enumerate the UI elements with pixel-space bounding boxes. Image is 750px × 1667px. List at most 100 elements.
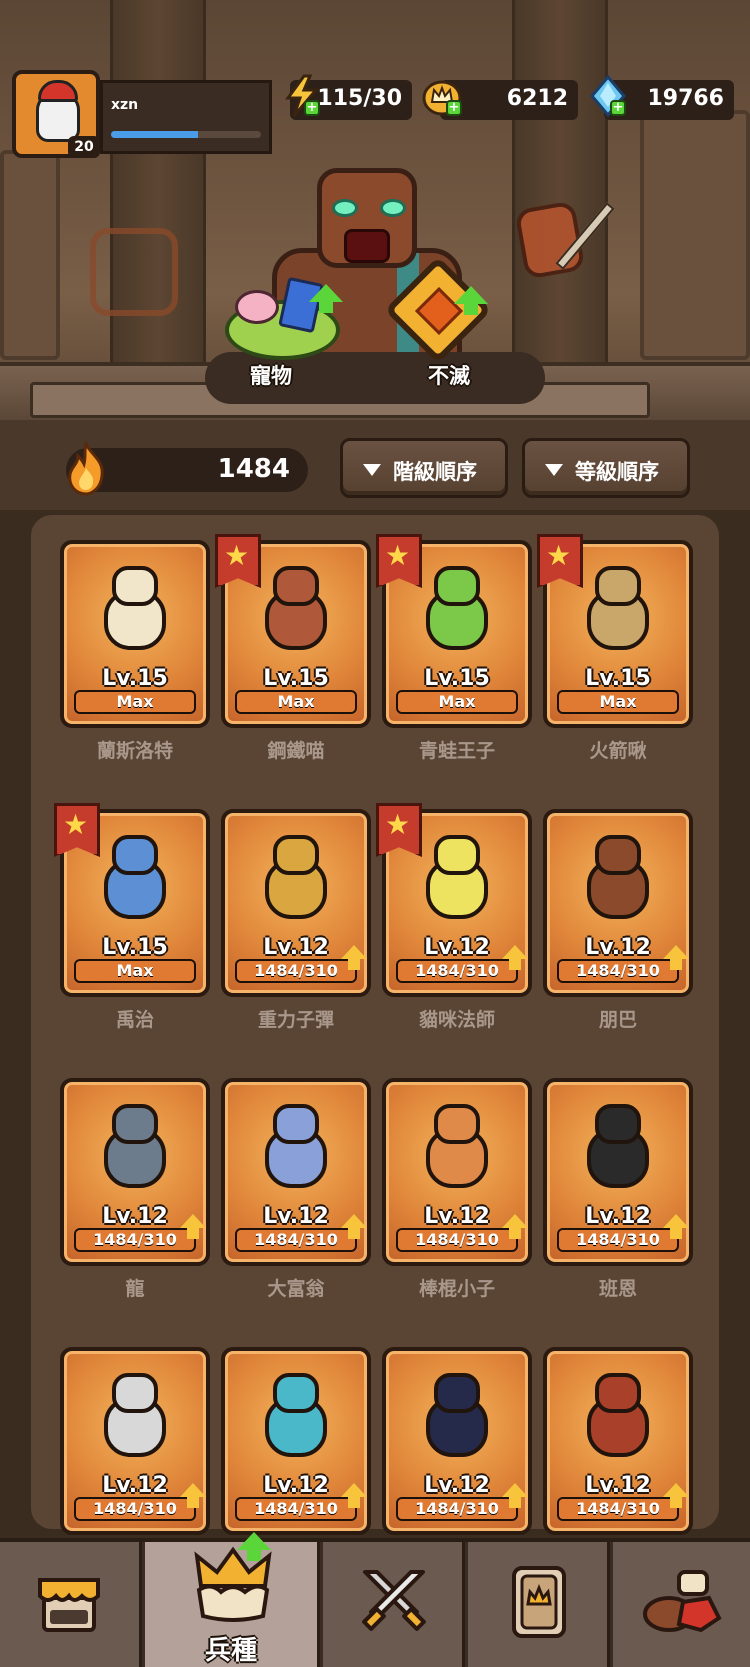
- unit-card[interactable]: Lv.12 1484/310: [543, 1078, 693, 1266]
- unit-portrait-icon: [259, 1373, 333, 1459]
- unit-portrait-icon: [420, 1373, 494, 1459]
- unit-portrait-icon: [581, 1104, 655, 1190]
- player-avatar[interactable]: 20: [12, 70, 100, 158]
- unit-progress-text: 1484/310: [254, 1230, 338, 1249]
- pet-button[interactable]: [215, 270, 345, 370]
- sort-rank-label: 階級順序: [393, 460, 477, 484]
- axolotl-pet-icon: [235, 290, 279, 324]
- upgrade-arrow-icon: [341, 1214, 367, 1239]
- unit-card[interactable]: ★ Lv.15 Max: [215, 534, 371, 728]
- player-level-badge: 20: [68, 136, 100, 158]
- unit-name: 棒棍小子: [418, 1278, 495, 1300]
- unit-head: [595, 566, 641, 606]
- unit-progress-bar: 1484/310: [235, 1228, 357, 1252]
- unit-head: [273, 566, 319, 606]
- add-gem-icon[interactable]: +: [610, 100, 626, 116]
- add-gold-icon[interactable]: +: [446, 100, 462, 116]
- shadow-armor-decoration: [90, 228, 178, 316]
- unit-progress-text: 1484/310: [93, 1230, 177, 1249]
- nav-cards[interactable]: [468, 1542, 610, 1667]
- unit-head: [112, 566, 158, 606]
- unit-card[interactable]: Lv.12 1484/310: [221, 1078, 371, 1266]
- unit-name: 禹治: [115, 1009, 154, 1031]
- unit-level: Lv.15: [424, 666, 490, 691]
- unit-name: 龍: [125, 1278, 145, 1300]
- unit-progress-bar: 1484/310: [235, 959, 357, 983]
- upgrade-arrow-icon: [341, 1483, 367, 1508]
- gold-value: 6212: [506, 86, 568, 111]
- santa-hat-icon: [38, 80, 78, 102]
- energy-value: 115/30: [317, 86, 402, 111]
- unit-portrait-icon: [420, 566, 494, 652]
- unit-card[interactable]: ★ Lv.15 Max: [376, 534, 532, 728]
- unit-card[interactable]: Lv.12 1484/310: [543, 809, 693, 997]
- nav-troops-label: 兵種: [204, 1636, 257, 1666]
- unit-card[interactable]: Lv.12 1484/310: [382, 1347, 532, 1535]
- upgrade-arrow-icon: [454, 286, 488, 315]
- crossed-swords-icon: [362, 1570, 426, 1631]
- unit-progress-text: 1484/310: [415, 1230, 499, 1249]
- unit-progress-text: 1484/310: [576, 1499, 660, 1518]
- sort-by-level-button[interactable]: 等級順序: [522, 438, 690, 498]
- unit-portrait-icon: [420, 1104, 494, 1190]
- nav-troops[interactable]: 兵種: [145, 1532, 320, 1667]
- unit-head: [273, 1104, 319, 1144]
- nav-misc[interactable]: [613, 1542, 750, 1667]
- unit-progress-bar: 1484/310: [557, 959, 679, 983]
- unit-card[interactable]: Lv.12 1484/310: [382, 1078, 532, 1266]
- unit-portrait-icon: [420, 835, 494, 921]
- unit-portrait-icon: [98, 1104, 172, 1190]
- unit-progress-text: 1484/310: [93, 1499, 177, 1518]
- xp-fill: [111, 131, 198, 138]
- unit-level: Lv.15: [102, 666, 168, 691]
- crown-coin-icon: +: [422, 74, 462, 118]
- unit-progress-text: 1484/310: [576, 961, 660, 980]
- unit-progress-bar: 1484/310: [74, 1497, 196, 1521]
- unit-card[interactable]: Lv.12 1484/310: [221, 809, 371, 997]
- card-icon: [512, 1566, 566, 1638]
- unit-progress-text: 1484/310: [415, 961, 499, 980]
- upgrade-arrow-icon: [309, 284, 343, 313]
- crown-icon: [194, 1546, 272, 1622]
- unit-card[interactable]: Lv.12 1484/310: [60, 1347, 210, 1535]
- wall-panel: [640, 110, 750, 360]
- immortal-button[interactable]: [382, 256, 500, 370]
- upgrade-arrow-icon: [663, 1483, 689, 1508]
- unit-level: Lv.15: [585, 666, 651, 691]
- unit-name: 蘭斯洛特: [96, 740, 173, 762]
- unit-portrait-icon: [259, 1104, 333, 1190]
- unit-name: 貓咪法師: [418, 1009, 495, 1031]
- nav-battle[interactable]: [323, 1542, 465, 1667]
- unit-head: [434, 1104, 480, 1144]
- sort-by-rank-button[interactable]: 階級順序: [340, 438, 508, 498]
- unit-card[interactable]: ★ Lv.15 Max: [54, 803, 210, 997]
- unit-progress-bar: 1484/310: [396, 959, 518, 983]
- unit-card[interactable]: ★ Lv.12 1484/310: [376, 803, 532, 997]
- unit-progress-bar: 1484/310: [396, 1497, 518, 1521]
- unit-progress-bar: 1484/310: [557, 1497, 679, 1521]
- shop-icon: [38, 1578, 100, 1632]
- unit-portrait-icon: [98, 835, 172, 921]
- unit-card[interactable]: Lv.12 1484/310: [60, 1078, 210, 1266]
- unit-progress-bar: 1484/310: [396, 1228, 518, 1252]
- upgrade-arrow-icon: [502, 1483, 528, 1508]
- unit-portrait-icon: [98, 1373, 172, 1459]
- nav-shop[interactable]: [0, 1542, 142, 1667]
- unit-level: Lv.15: [102, 935, 168, 960]
- upgrade-arrow-icon: [663, 945, 689, 970]
- sort-level-label: 等級順序: [575, 460, 659, 484]
- unit-card[interactable]: Lv.12 1484/310: [221, 1347, 371, 1535]
- unit-progress-bar: 1484/310: [557, 1228, 679, 1252]
- unit-progress-bar: Max: [74, 959, 196, 983]
- unit-progress-bar: 1484/310: [74, 1228, 196, 1252]
- unit-head: [112, 1104, 158, 1144]
- unit-portrait-icon: [98, 566, 172, 652]
- unit-card[interactable]: Lv.12 1484/310: [543, 1347, 693, 1535]
- unit-card[interactable]: ★ Lv.15 Max: [537, 534, 693, 728]
- add-energy-icon[interactable]: +: [304, 100, 320, 116]
- unit-card[interactable]: Lv.15 Max: [60, 540, 210, 728]
- power-value: 1484: [217, 454, 290, 484]
- unit-head: [112, 835, 158, 875]
- unit-head: [434, 835, 480, 875]
- unit-portrait-icon: [259, 835, 333, 921]
